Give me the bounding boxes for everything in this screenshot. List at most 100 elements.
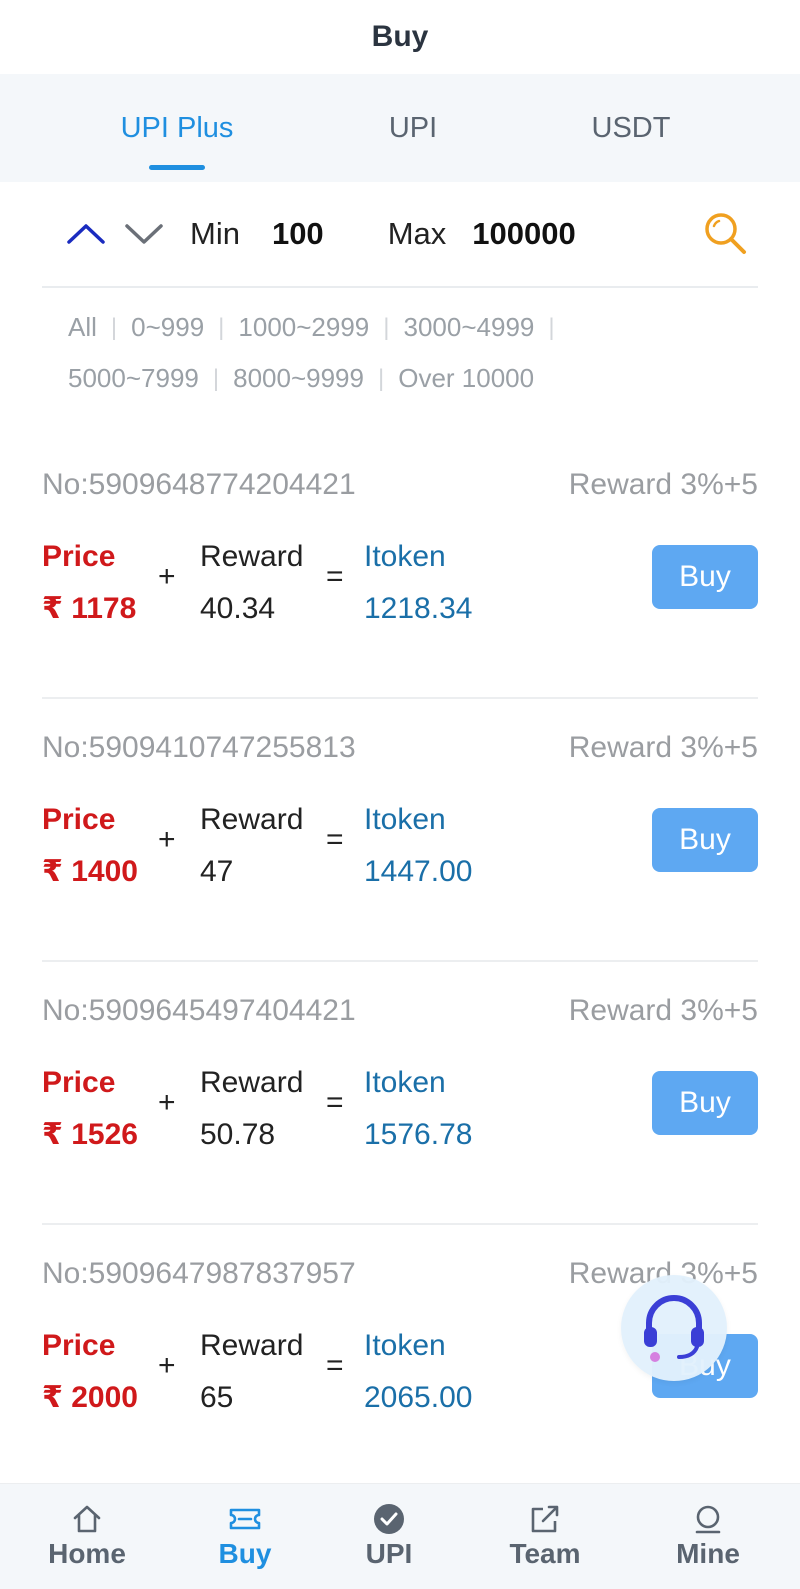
chip-separator: | [548, 313, 555, 341]
equals-sign: = [326, 1086, 344, 1119]
chip-3000-4999[interactable]: 3000~4999 [404, 312, 535, 343]
reward-value: 50.78 [200, 1118, 276, 1151]
nav-upi[interactable]: UPI [352, 1484, 426, 1589]
home-icon [70, 1502, 104, 1536]
reward-rate: Reward 3%+5 [568, 994, 758, 1027]
bottom-navigation: Home Buy UPI Team Mine [0, 1483, 800, 1589]
reward-label: Reward [200, 540, 304, 573]
sort-ascending-icon[interactable] [64, 212, 108, 256]
tab-bar: UPI Plus UPI USDT [0, 74, 800, 182]
nav-mine[interactable]: Mine [666, 1484, 750, 1589]
itoken-block: Itoken 1576.78 [364, 1057, 472, 1161]
buy-button[interactable]: Buy [652, 545, 758, 609]
price-value: ₹ 1526 [42, 1118, 138, 1151]
nav-label: UPI [365, 1538, 413, 1569]
plus-sign: + [158, 1349, 176, 1382]
itoken-value: 1447.00 [364, 855, 473, 888]
order-card: No:5909410747255813 Reward 3%+5 Price ₹ … [42, 699, 758, 962]
chip-separator: | [377, 364, 385, 392]
price-value: ₹ 2000 [42, 1381, 138, 1414]
user-icon [691, 1502, 725, 1536]
order-number: No:5909647987837957 [42, 1257, 356, 1290]
nav-buy[interactable]: Buy [205, 1484, 285, 1589]
reward-block: Reward 50.78 [200, 1057, 303, 1161]
nav-home[interactable]: Home [40, 1484, 134, 1589]
chip-separator: | [383, 313, 390, 341]
itoken-block: Itoken 2065.00 [364, 1320, 472, 1424]
ticket-icon [228, 1502, 262, 1536]
max-value[interactable]: 100000 [472, 216, 575, 252]
headset-icon [635, 1287, 713, 1370]
max-label: Max [387, 216, 447, 251]
price-value: ₹ 1400 [42, 855, 138, 888]
tab-label: USDT [591, 111, 671, 144]
tab-active-indicator [149, 165, 205, 170]
price-label: Price [42, 540, 116, 573]
nav-label: Buy [218, 1538, 272, 1569]
reward-label: Reward [200, 1066, 304, 1099]
order-number: No:5909648774204421 [42, 468, 356, 501]
nav-label: Team [509, 1538, 581, 1569]
chip-0-999[interactable]: 0~999 [131, 312, 204, 343]
itoken-value: 1218.34 [364, 592, 473, 625]
equals-sign: = [326, 560, 344, 593]
tab-upi[interactable]: UPI [368, 74, 458, 182]
price-block: Price ₹ 1400 [42, 794, 138, 898]
chip-1000-2999[interactable]: 1000~2999 [238, 312, 369, 343]
check-circle-icon [372, 1502, 406, 1536]
reward-value: 65 [200, 1381, 234, 1414]
buy-button[interactable]: Buy [652, 808, 758, 872]
chip-5000-7999[interactable]: 5000~7999 [68, 363, 199, 394]
app-header: Buy [0, 0, 800, 74]
itoken-value: 1576.78 [364, 1118, 473, 1151]
chip-separator: | [218, 313, 225, 341]
min-label: Min [190, 216, 240, 251]
chip-all[interactable]: All [68, 312, 97, 343]
itoken-block: Itoken 1218.34 [364, 531, 472, 635]
price-block: Price ₹ 2000 [42, 1320, 138, 1424]
order-card: No:5909648774204421 Reward 3%+5 Price ₹ … [42, 436, 758, 699]
equals-sign: = [326, 1349, 344, 1382]
tab-usdt[interactable]: USDT [576, 74, 686, 182]
chip-over-10000[interactable]: Over 10000 [398, 363, 534, 394]
reward-block: Reward 47 [200, 794, 303, 898]
sort-descending-icon[interactable] [122, 212, 166, 256]
reward-block: Reward 65 [200, 1320, 303, 1424]
reward-value: 40.34 [200, 592, 276, 625]
chip-row: 5000~7999 | 8000~9999 | Over 10000 [68, 353, 758, 404]
reward-rate: Reward 3%+5 [568, 731, 758, 764]
chip-8000-9999[interactable]: 8000~9999 [233, 363, 364, 394]
chip-separator: | [212, 364, 220, 392]
reward-label: Reward [200, 1329, 304, 1362]
itoken-label: Itoken [364, 1329, 446, 1362]
tab-upi-plus[interactable]: UPI Plus [100, 74, 254, 182]
chip-separator: | [110, 313, 118, 341]
nav-team[interactable]: Team [500, 1484, 590, 1589]
nav-label: Mine [676, 1538, 740, 1569]
nav-label: Home [48, 1538, 126, 1569]
amount-range-chips: All | 0~999 | 1000~2999 | 3000~4999 | 50… [0, 288, 800, 404]
price-value: ₹ 1178 [42, 592, 137, 625]
price-label: Price [42, 1066, 116, 1099]
itoken-label: Itoken [364, 1066, 446, 1099]
reward-block: Reward 40.34 [200, 531, 303, 635]
chip-row: All | 0~999 | 1000~2999 | 3000~4999 | [68, 302, 758, 353]
itoken-value: 2065.00 [364, 1381, 473, 1414]
tab-label: UPI [388, 111, 438, 144]
tab-label: UPI Plus [120, 111, 234, 144]
customer-support-button[interactable] [621, 1275, 727, 1381]
plus-sign: + [158, 823, 176, 856]
buy-button[interactable]: Buy [652, 1071, 758, 1135]
amount-filter: Min 100 Max 100000 [0, 182, 800, 286]
plus-sign: + [158, 560, 176, 593]
itoken-label: Itoken [364, 803, 446, 836]
price-block: Price ₹ 1178 [42, 531, 136, 635]
price-block: Price ₹ 1526 [42, 1057, 138, 1161]
min-value[interactable]: 100 [272, 216, 324, 252]
search-icon[interactable] [702, 210, 748, 256]
itoken-label: Itoken [364, 540, 446, 573]
reward-rate: Reward 3%+5 [568, 468, 758, 501]
reward-label: Reward [200, 803, 304, 836]
reward-value: 47 [200, 855, 234, 888]
order-number: No:5909645497404421 [42, 994, 356, 1027]
